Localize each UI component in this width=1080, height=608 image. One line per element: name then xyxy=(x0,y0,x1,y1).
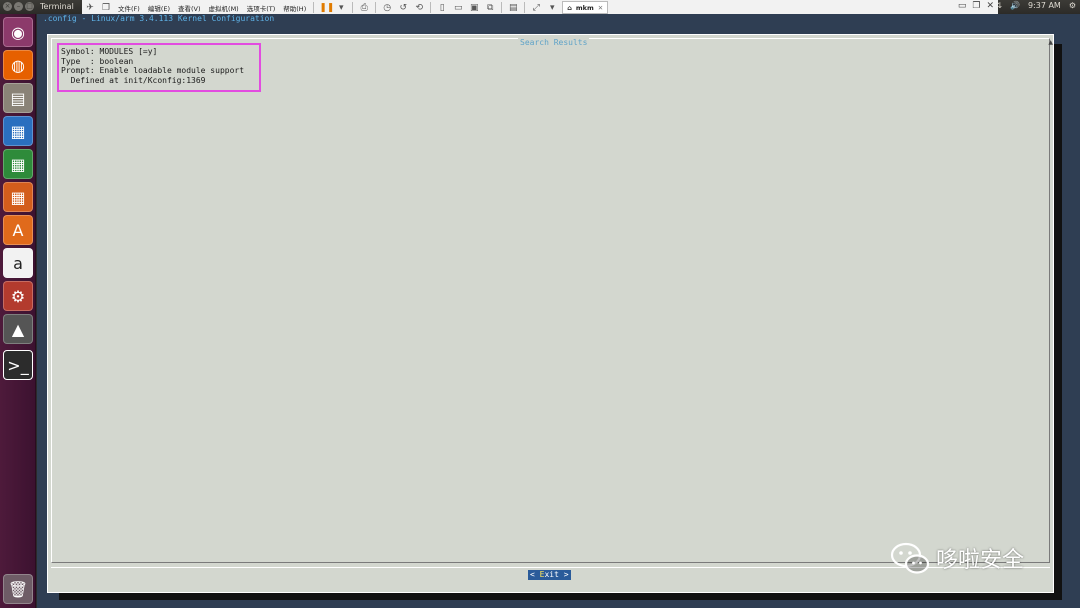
snapshot-manager-icon[interactable]: ⟲ xyxy=(413,2,425,14)
tab-label: mkm xyxy=(575,3,594,12)
restore-icon[interactable]: ❐ xyxy=(972,1,980,11)
ubuntu-dash-icon[interactable]: ◉ xyxy=(3,17,33,47)
close-icon[interactable]: ✕ xyxy=(598,4,603,12)
thumbnail-icon[interactable]: ▭ xyxy=(452,2,464,14)
volume-icon[interactable]: 🔊 xyxy=(1010,1,1020,10)
library-icon[interactable]: ❐ xyxy=(100,2,112,14)
files-icon[interactable]: ▤ xyxy=(3,83,33,113)
snapshot-icon[interactable]: ◷ xyxy=(381,2,393,14)
settings-icon[interactable]: ⚙ xyxy=(3,281,33,311)
close-icon[interactable]: ✕ xyxy=(986,1,994,11)
revert-snapshot-icon[interactable]: ↺ xyxy=(397,2,409,14)
window-title: Terminal xyxy=(40,2,74,11)
minimize-window-icon[interactable]: – xyxy=(14,2,23,11)
divider xyxy=(375,2,377,13)
menu-vm[interactable]: 虚拟机(M) xyxy=(209,3,239,13)
inkscape-icon[interactable]: ▲ xyxy=(3,314,33,344)
exit-bracket: < xyxy=(530,570,540,579)
minimize-icon[interactable]: ▭ xyxy=(958,1,967,11)
chevron-down-icon[interactable]: ▾ xyxy=(546,2,558,14)
divider xyxy=(313,2,315,13)
divider xyxy=(430,2,432,13)
watermark: 哆啦安全 xyxy=(890,540,1024,576)
divider xyxy=(501,2,503,13)
scroll-indicator: ▲ xyxy=(1048,39,1053,46)
home-icon: ⌂ xyxy=(567,3,572,12)
menuconfig-title: .config - Linux/arm 3.4.113 Kernel Confi… xyxy=(43,14,275,23)
fullscreen-icon[interactable]: ▣ xyxy=(468,2,480,14)
menu-help[interactable]: 帮助(H) xyxy=(283,3,306,13)
vmware-window-controls: ▭ ❐ ✕ xyxy=(958,1,994,11)
gear-icon[interactable]: ⚙ xyxy=(1069,1,1076,10)
dialog-title: Search Results xyxy=(518,38,590,47)
send-keys-icon[interactable]: ⎙ xyxy=(358,2,370,14)
sidebar-toggle-icon[interactable]: ▯ xyxy=(436,2,448,14)
watermark-text: 哆啦安全 xyxy=(936,548,1025,573)
search-results-dialog: Search Results ▲ Symbol: MODULES [=y] Typ… xyxy=(47,34,1054,593)
clock[interactable]: 9:37 AM xyxy=(1028,1,1061,10)
window-controls: × – □ xyxy=(3,2,34,11)
menu-edit[interactable]: 编辑(E) xyxy=(148,3,170,13)
exit-label: xit > xyxy=(544,570,569,579)
wechat-logo-icon xyxy=(890,542,930,574)
close-window-icon[interactable]: × xyxy=(3,2,12,11)
menu-view[interactable]: 查看(V) xyxy=(178,3,201,13)
software-center-icon[interactable]: A xyxy=(3,215,33,245)
trash-icon[interactable]: 🗑 xyxy=(3,574,33,604)
impress-icon[interactable]: ▦ xyxy=(3,182,33,212)
writer-icon[interactable]: ▦ xyxy=(3,116,33,146)
menu-file[interactable]: 文件(F) xyxy=(118,3,140,13)
maximize-window-icon[interactable]: □ xyxy=(25,2,34,11)
chevron-down-icon[interactable]: ▾ xyxy=(335,2,347,14)
unity-icon[interactable]: ⧉ xyxy=(484,2,496,14)
pin-icon[interactable]: ✈ xyxy=(84,2,96,14)
divider xyxy=(524,2,526,13)
divider xyxy=(352,2,354,13)
menu-tabs[interactable]: 选项卡(T) xyxy=(247,3,276,13)
terminal-icon[interactable]: >_ xyxy=(3,350,33,380)
amazon-icon[interactable]: a xyxy=(3,248,33,278)
tab-vm[interactable]: ⌂ mkm ✕ xyxy=(562,1,609,14)
dialog-frame: Search Results ▲ Symbol: MODULES [=y] Typ… xyxy=(51,38,1053,563)
system-tray: ⇅ 🔊 9:37 AM ⚙ xyxy=(995,1,1076,10)
stretch-icon[interactable]: ⤢ xyxy=(530,2,542,14)
console-icon[interactable]: ▤ xyxy=(507,2,519,14)
terminal-window[interactable]: .config - Linux/arm 3.4.113 Kernel Confi… xyxy=(37,14,1080,608)
launcher: ◉ ◍ ▤ ▦ ▦ ▦ A a ⚙ ▲ >_ 🗑 xyxy=(0,14,36,608)
highlight-box xyxy=(57,43,261,92)
pause-icon[interactable]: ❚❚ xyxy=(319,2,334,14)
firefox-icon[interactable]: ◍ xyxy=(3,50,33,80)
calc-icon[interactable]: ▦ xyxy=(3,149,33,179)
exit-button[interactable]: < Exit > xyxy=(528,570,571,580)
